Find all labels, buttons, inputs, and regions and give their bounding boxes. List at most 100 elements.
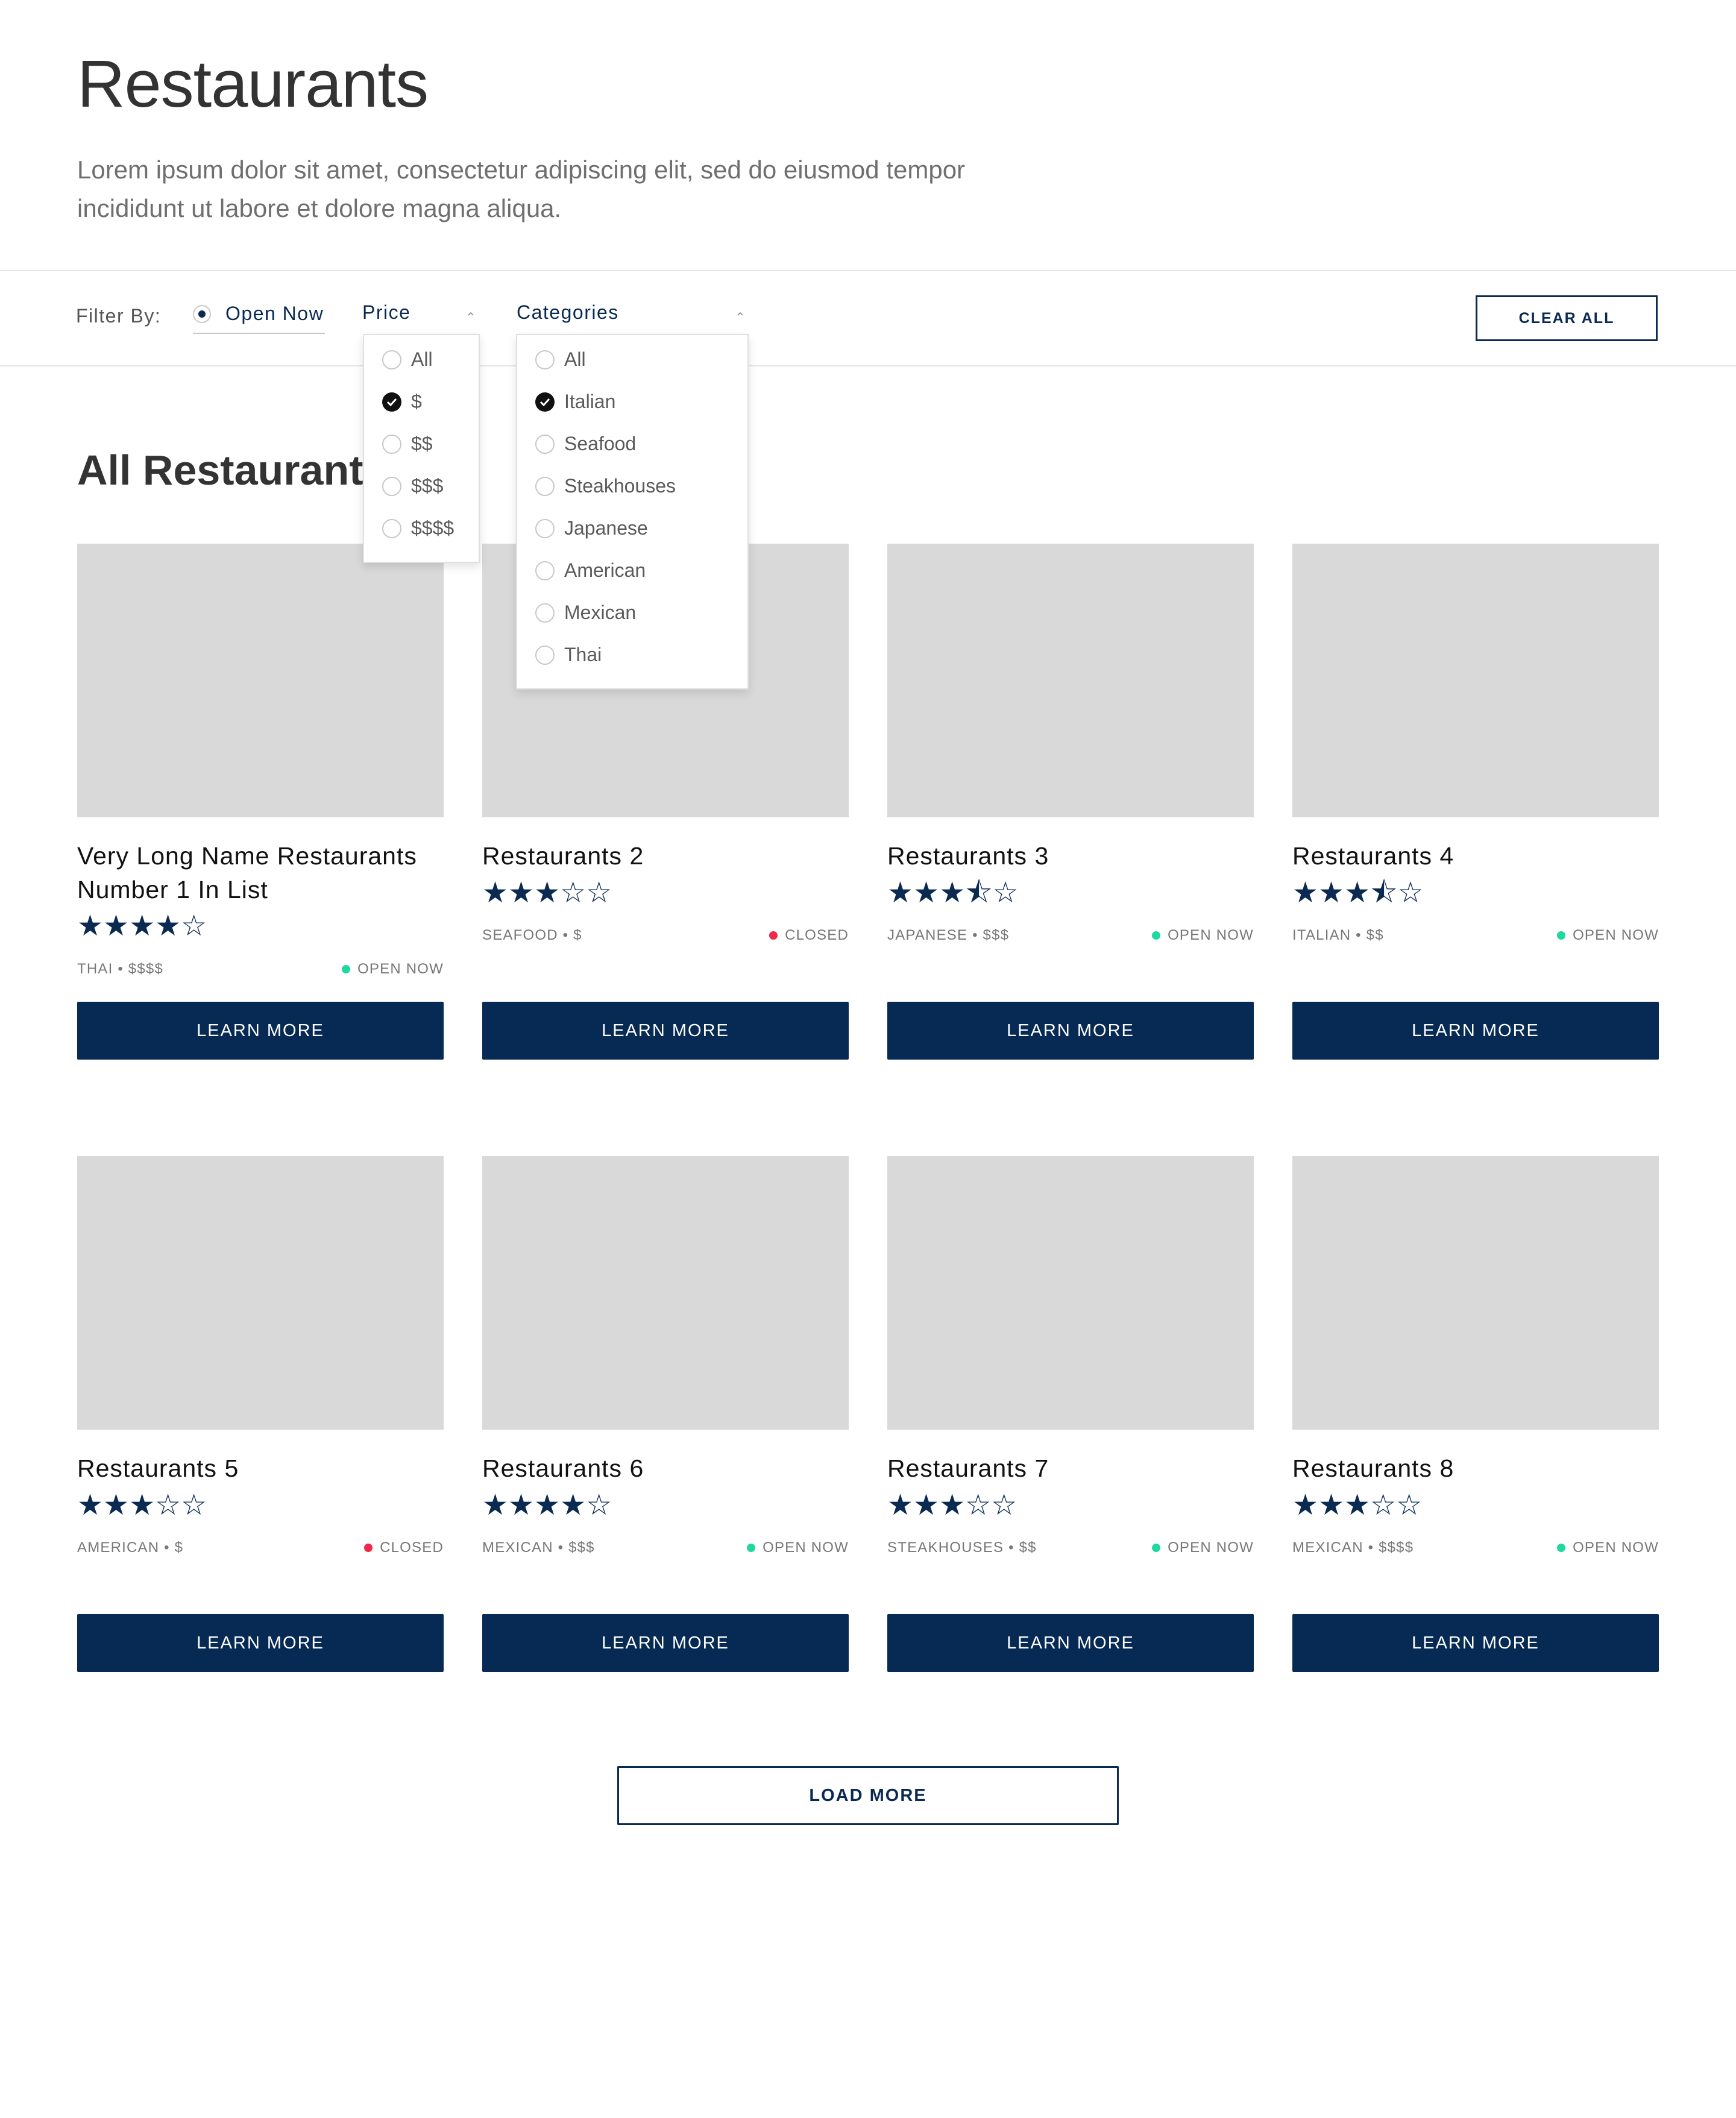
checked-radio-icon[interactable] — [535, 392, 555, 412]
radio-icon[interactable] — [535, 350, 555, 369]
restaurant-image[interactable] — [887, 544, 1254, 817]
chevron-up-icon[interactable] — [467, 310, 475, 318]
learn-more-button[interactable]: LEARN MORE — [887, 1002, 1254, 1060]
clear-all-button[interactable]: CLEAR ALL — [1476, 295, 1658, 341]
status-text: OPEN NOW — [763, 1539, 849, 1556]
radio-icon[interactable] — [535, 518, 555, 538]
learn-more-button[interactable]: LEARN MORE — [482, 1614, 849, 1672]
restaurant-card: Restaurants 3 ★★★⯪☆ JAPANESE • $$$ OPEN NOW… — [887, 544, 1254, 1060]
radio-icon[interactable] — [535, 434, 555, 454]
dropdown-option-label: All — [411, 348, 433, 370]
restaurant-card: Restaurants 7 ★★★☆☆ STEAKHOUSES • $$ OPEN N… — [887, 1156, 1254, 1672]
radio-icon[interactable] — [535, 603, 555, 623]
restaurant-name[interactable]: Restaurants 2 — [482, 839, 849, 873]
status-dot-icon — [769, 931, 778, 940]
restaurant-name[interactable]: Restaurants 8 — [1292, 1451, 1659, 1485]
status-dot-icon — [342, 965, 351, 973]
restaurant-image[interactable] — [1292, 544, 1659, 817]
dropdown-option-label: $$$ — [411, 475, 444, 497]
restaurant-meta: ITALIAN • $$ — [1292, 927, 1384, 943]
dropdown-option-label: Thai — [564, 644, 602, 665]
status-text: OPEN NOW — [1168, 1539, 1254, 1556]
price-dropdown-toggle[interactable]: Price — [362, 301, 410, 324]
restaurant-name[interactable]: Restaurants 5 — [77, 1451, 444, 1485]
checked-radio-icon[interactable] — [382, 392, 401, 412]
dropdown-option[interactable]: American — [535, 559, 646, 582]
dropdown-option[interactable]: Seafood — [535, 433, 636, 455]
dropdown-option-label: All — [564, 348, 586, 370]
restaurant-meta: THAI • $$$$ — [77, 961, 163, 977]
dropdown-option[interactable]: Mexican — [535, 602, 636, 624]
radio-icon[interactable] — [382, 434, 401, 454]
restaurant-meta: AMERICAN • $ — [77, 1539, 184, 1556]
open-now-filter[interactable]: Open Now — [193, 303, 326, 334]
dropdown-option[interactable]: Thai — [535, 644, 602, 666]
open-now-radio[interactable] — [193, 305, 211, 323]
dropdown-option[interactable]: Japanese — [535, 517, 648, 539]
restaurant-name[interactable]: Restaurants 4 — [1292, 839, 1659, 873]
status-text: CLOSED — [380, 1539, 444, 1556]
radio-icon[interactable] — [535, 645, 555, 665]
dropdown-option[interactable]: Italian — [535, 391, 615, 413]
status-badge: OPEN NOW — [1557, 927, 1659, 944]
dropdown-option[interactable]: $$$$ — [382, 517, 454, 539]
page-header: Restaurants Lorem ipsum dolor sit amet, … — [0, 0, 1736, 271]
restaurant-image[interactable] — [77, 1156, 444, 1430]
radio-icon[interactable] — [535, 561, 555, 580]
star-rating: ★★★★☆ — [77, 910, 207, 942]
restaurant-meta: JAPANESE • $$$ — [887, 927, 1010, 943]
star-rating: ★★★☆☆ — [482, 877, 612, 909]
restaurant-name[interactable]: Restaurants 3 — [887, 839, 1254, 873]
star-rating: ★★★★☆ — [482, 1489, 612, 1521]
restaurant-name[interactable]: Restaurants 6 — [482, 1451, 849, 1485]
page-description: Lorem ipsum dolor sit amet, consectetur … — [77, 156, 966, 222]
star-rating: ★★★☆☆ — [1292, 1489, 1423, 1521]
categories-dropdown-toggle[interactable]: Categories — [517, 301, 619, 324]
learn-more-button[interactable]: LEARN MORE — [77, 1002, 444, 1060]
dropdown-option[interactable]: $ — [382, 391, 422, 413]
status-dot-icon — [364, 1544, 373, 1552]
learn-more-button[interactable]: LEARN MORE — [77, 1614, 444, 1672]
dropdown-option[interactable]: $$$ — [382, 475, 443, 497]
restaurant-card: Restaurants 5 ★★★☆☆ AMERICAN • $ CLOSED LEAR… — [77, 1156, 444, 1672]
status-text: CLOSED — [785, 927, 849, 943]
chevron-up-icon[interactable] — [736, 310, 744, 318]
dropdown-option-label: Mexican — [564, 602, 637, 623]
restaurant-image[interactable] — [1292, 1156, 1659, 1430]
section-title: All Restaurants — [77, 447, 387, 494]
restaurant-meta: MEXICAN • $$$$ — [1292, 1539, 1414, 1556]
learn-more-button[interactable]: LEARN MORE — [482, 1002, 849, 1060]
restaurant-card: Restaurants 4 ★★★⯪☆ ITALIAN • $$ OPEN NOW LE… — [1292, 544, 1659, 1060]
star-rating: ★★★☆☆ — [77, 1489, 207, 1521]
restaurant-card: Restaurants 6 ★★★★☆ MEXICAN • $$$ OPEN NOW L… — [482, 1156, 849, 1672]
dropdown-option-label: Japanese — [564, 517, 648, 539]
dropdown-option[interactable]: All — [382, 348, 433, 371]
filter-label: Filter By: — [76, 305, 162, 327]
restaurant-image[interactable] — [77, 544, 444, 817]
learn-more-button[interactable]: LEARN MORE — [887, 1614, 1254, 1672]
status-badge: OPEN NOW — [747, 1539, 849, 1556]
learn-more-button[interactable]: LEARN MORE — [1292, 1002, 1659, 1060]
dropdown-option-label: Seafood — [564, 433, 637, 454]
star-rating: ★★★☆☆ — [887, 1489, 1017, 1521]
radio-icon[interactable] — [382, 350, 401, 369]
restaurant-image[interactable] — [482, 1156, 849, 1430]
status-dot-icon — [747, 1544, 756, 1552]
status-badge: CLOSED — [769, 927, 849, 944]
radio-icon[interactable] — [382, 476, 401, 496]
status-dot-icon — [1152, 1544, 1161, 1552]
dropdown-option[interactable]: Steakhouses — [535, 475, 676, 497]
restaurant-image[interactable] — [887, 1156, 1254, 1430]
restaurant-name[interactable]: Very Long Name Restaurants Number 1 In L… — [77, 839, 444, 907]
radio-icon[interactable] — [535, 476, 555, 496]
load-more-button[interactable]: LOAD MORE — [617, 1766, 1119, 1825]
radio-icon[interactable] — [382, 518, 401, 538]
star-rating: ★★★⯪☆ — [1292, 877, 1424, 909]
status-text: OPEN NOW — [1168, 927, 1254, 943]
dropdown-option[interactable]: All — [535, 348, 586, 371]
learn-more-button[interactable]: LEARN MORE — [1292, 1614, 1659, 1672]
restaurant-name[interactable]: Restaurants 7 — [887, 1451, 1254, 1485]
dropdown-option-label: $$ — [411, 433, 433, 454]
restaurant-meta: STEAKHOUSES • $$ — [887, 1539, 1037, 1556]
dropdown-option[interactable]: $$ — [382, 433, 433, 455]
